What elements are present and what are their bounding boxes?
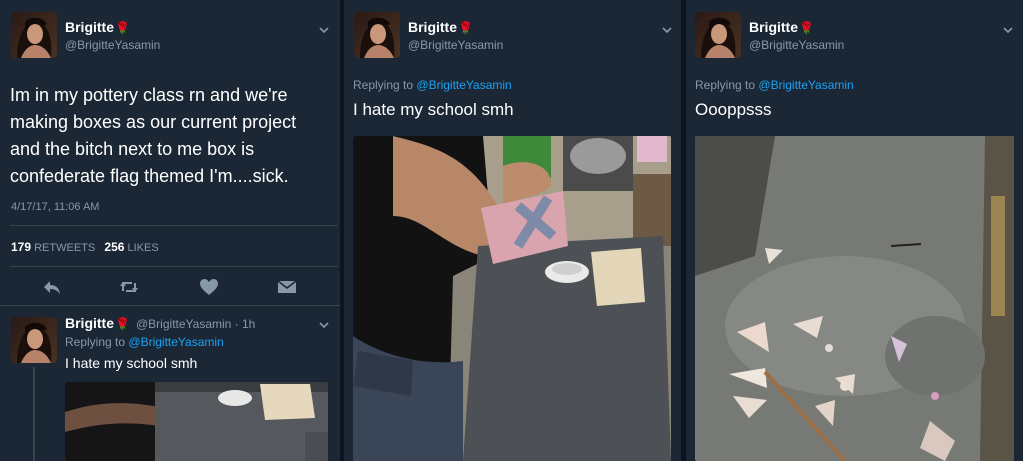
tweet-stats: 179 RETWEETS 256 LIKES	[11, 240, 159, 254]
chevron-down-icon[interactable]	[660, 23, 674, 37]
user-handle[interactable]: @BrigitteYasamin	[408, 38, 503, 52]
like-label: LIKES	[127, 242, 159, 254]
tweet-timestamp[interactable]: 4/17/17, 11:06 AM	[11, 201, 99, 213]
thread-line	[33, 367, 35, 461]
tweet-panel-original: Brigitte🌹 @BrigitteYasamin Im in my pott…	[0, 0, 340, 461]
replying-to: Replying to @BrigitteYasamin	[695, 78, 854, 92]
display-name[interactable]: Brigitte🌹	[65, 19, 130, 35]
mention-link[interactable]: @BrigitteYasamin	[758, 78, 853, 92]
chevron-down-icon[interactable]	[317, 318, 331, 332]
avatar[interactable]	[11, 317, 57, 363]
user-handle[interactable]: @BrigitteYasamin	[65, 38, 160, 52]
tweet-text: I hate my school smh	[353, 100, 514, 119]
reply-icon[interactable]	[42, 278, 62, 296]
tweet-text-line: Im in my pottery class rn and we're	[10, 85, 288, 105]
tweet-photo[interactable]	[353, 136, 671, 461]
tweet-text: Oooppsss	[695, 100, 772, 119]
user-handle[interactable]: @BrigitteYasamin	[749, 38, 844, 52]
divider	[10, 225, 338, 226]
avatar[interactable]	[11, 12, 57, 58]
reply-meta[interactable]: @BrigitteYasamin · 1h	[136, 317, 255, 331]
tweet-text-line: and the bitch next to me box is	[10, 139, 255, 159]
mention-link[interactable]: @BrigitteYasamin	[128, 335, 223, 349]
retweet-icon[interactable]	[119, 278, 139, 296]
replying-to-prefix: Replying to	[353, 78, 414, 92]
replying-to: Replying to @BrigitteYasamin	[353, 78, 512, 92]
retweet-count[interactable]: 179	[11, 240, 31, 254]
like-icon[interactable]	[199, 278, 219, 296]
mention-link[interactable]: @BrigitteYasamin	[416, 78, 511, 92]
rose-icon: 🌹	[115, 21, 130, 35]
tweet-panel-reply: Brigitte🌹 @BrigitteYasamin Replying to @…	[686, 0, 1023, 461]
reply-text: I hate my school smh	[65, 355, 198, 371]
retweet-label: RETWEETS	[34, 242, 96, 254]
message-icon[interactable]	[277, 278, 297, 296]
display-name[interactable]: Brigitte🌹	[65, 315, 130, 331]
replying-to: Replying to @BrigitteYasamin	[65, 335, 224, 349]
display-name[interactable]: Brigitte🌹	[408, 19, 473, 35]
like-count[interactable]: 256	[104, 240, 124, 254]
rose-icon: 🌹	[458, 21, 473, 35]
display-name-text: Brigitte	[65, 19, 114, 35]
chevron-down-icon[interactable]	[1001, 23, 1015, 37]
tweet-text-line: making boxes as our current project	[10, 112, 297, 132]
tweet-panel-reply: Brigitte🌹 @BrigitteYasamin Replying to @…	[344, 0, 681, 461]
avatar[interactable]	[354, 12, 400, 58]
rose-icon: 🌹	[799, 21, 814, 35]
avatar[interactable]	[695, 12, 741, 58]
display-name[interactable]: Brigitte🌹	[749, 19, 814, 35]
chevron-down-icon[interactable]	[317, 23, 331, 37]
tweet-text: Im in my pottery class rn and we're maki…	[10, 82, 335, 190]
display-name-text: Brigitte	[408, 19, 457, 35]
tweet-photo[interactable]	[65, 382, 328, 461]
replying-to-prefix: Replying to	[65, 335, 126, 349]
display-name-text: Brigitte	[65, 315, 114, 331]
display-name-text: Brigitte	[749, 19, 798, 35]
tweet-text-line: confederate flag themed I'm....sick.	[10, 166, 289, 186]
tweet-photo[interactable]	[695, 136, 1014, 461]
divider	[0, 305, 340, 306]
divider	[10, 266, 338, 267]
replying-to-prefix: Replying to	[695, 78, 756, 92]
rose-icon: 🌹	[115, 317, 130, 331]
